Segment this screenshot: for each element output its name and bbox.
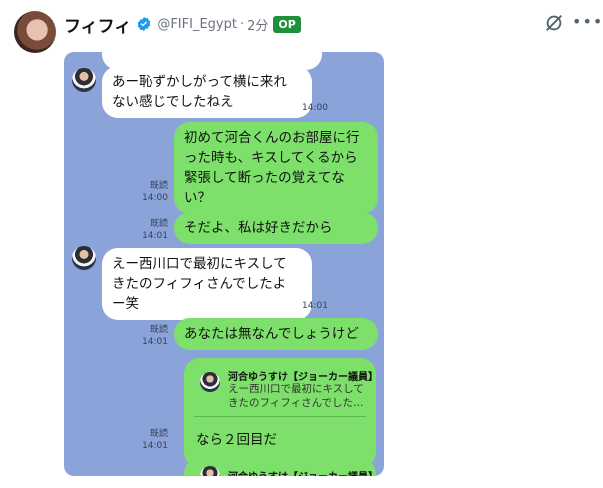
- chat-time: 14:00: [302, 103, 328, 113]
- hide-icon[interactable]: [543, 12, 565, 34]
- chat-bubble: そだよ、私は好きだから: [174, 212, 378, 244]
- quoted-avatar: [200, 466, 220, 476]
- chat-time: 14:01: [142, 337, 168, 347]
- separator-dot: ·: [239, 16, 245, 32]
- quoted-avatar: [200, 372, 220, 392]
- chat-time: 14:01: [142, 441, 168, 451]
- reply-bubble: 河合ゆうすけ【ジョーカー議員】 えー西川口で最初にキスして きたのフィフィさんで…: [184, 358, 378, 468]
- chat-bubble: 初めて河合くんのお部屋に行 った時も、キスしてくるから 緊張して断ったの覚えてな…: [174, 122, 378, 214]
- chat-bubble: えー西川口で最初にキスして きたのフィフィさんでしたよ ー笑: [102, 248, 312, 320]
- post-header: フィフィ @FIFI_Egypt · 2分 OP: [64, 12, 301, 37]
- quoted-message: 河合ゆうすけ【ジョーカー議員】 えー西川口で最初にキスして きたのフィフィさんで…: [196, 366, 378, 412]
- verified-badge-icon: [137, 17, 151, 31]
- reply-divider: [194, 416, 366, 417]
- chat-time: 14:01: [142, 231, 168, 241]
- op-badge: OP: [273, 15, 301, 33]
- more-icon[interactable]: •••: [572, 14, 603, 30]
- author-handle[interactable]: @FIFI_Egypt: [157, 17, 237, 32]
- post-time[interactable]: 2分: [247, 15, 268, 34]
- chat-time: 14:01: [302, 301, 328, 311]
- chat-bubble: あー恥ずかしがって横に来れ ない感じでしたねえ: [102, 66, 312, 118]
- author-name[interactable]: フィフィ: [64, 12, 131, 37]
- avatar[interactable]: [14, 11, 56, 53]
- read-label: 既読: [149, 181, 168, 191]
- quoted-name: 河合ゆうすけ【ジョーカー議員】: [228, 372, 378, 383]
- reply-bubble: 河合ゆうすけ【ジョーカー議員】: [184, 458, 378, 476]
- sender-avatar: [72, 68, 96, 92]
- chat-time: 14:00: [142, 193, 168, 203]
- sender-avatar: [72, 246, 96, 270]
- read-label: 既読: [149, 219, 168, 229]
- quoted-name: 河合ゆうすけ【ジョーカー議員】: [228, 468, 378, 476]
- read-label: 既読: [149, 325, 168, 335]
- chat-screenshot: あー恥ずかしがって横に来れ ない感じでしたねえ 14:00 初めて河合くんのお部…: [64, 52, 384, 476]
- quoted-text: えー西川口で最初にキスして きたのフィフィさんでした…: [228, 383, 364, 409]
- chat-bubble: あなたは無なんでしょうけど: [174, 318, 378, 350]
- reply-message: なら２回目だ: [196, 432, 277, 448]
- read-label: 既読: [149, 429, 168, 439]
